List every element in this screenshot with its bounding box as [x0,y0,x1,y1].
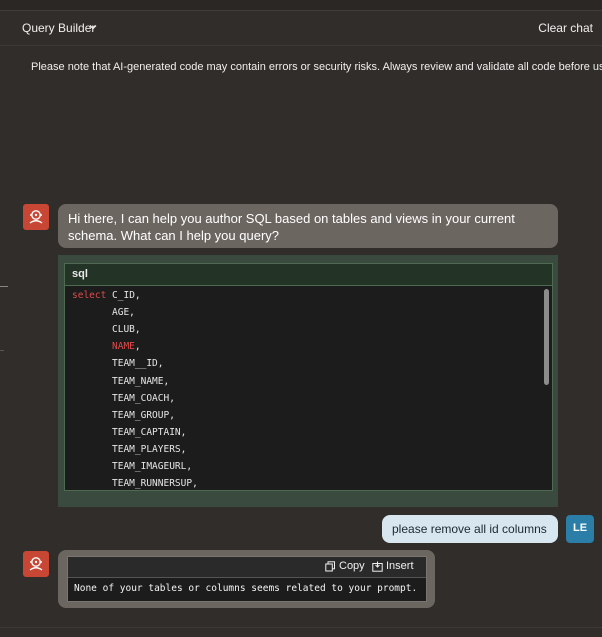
code-text: TEAM_RUNNERSUP, [112,478,198,490]
bottom-divider [0,627,602,628]
insert-label: Insert [386,560,414,572]
ai-assistant-icon [29,557,43,571]
response-text: None of your tables or columns seems rel… [74,583,418,594]
code-language-label: sql [72,268,88,280]
sql-keyword: NAME [112,341,135,353]
query-builder-menu[interactable]: Query Builder [22,21,95,35]
ai-greeting-text: Hi there, I can help you author SQL base… [68,211,515,243]
code-line: TEAM_RUNNERSUP, [112,478,198,489]
code-text: TEAM__ID, [112,358,164,370]
top-strip [0,0,602,11]
code-text: TEAM_PLAYERS, [112,443,187,455]
ai-message-bubble: Hi there, I can help you author SQL base… [58,204,558,248]
chevron-down-icon[interactable] [89,23,97,31]
code-line: select C_ID, [72,290,141,301]
user-message-bubble: please remove all id columns [382,515,558,543]
left-edge-marker-2 [0,350,4,351]
code-scrollbar-thumb[interactable] [544,289,549,385]
code-body[interactable]: select C_ID, AGE, CLUB, NAME, TEAM__ID, TEAM_… [65,286,543,490]
insert-icon [372,561,383,572]
user-message-text: please remove all id columns [392,522,547,536]
code-block-container: sql select C_ID, AGE, CLUB, NAME, TEAM__ID, T… [58,255,558,507]
header-bar: Query Builder Clear chat [0,11,602,46]
code-text: AGE, [112,307,135,319]
code-line: TEAM_COACH, [112,393,175,404]
user-avatar: LE [566,515,594,543]
code-panel: sql select C_ID, AGE, CLUB, NAME, TEAM__ID, T… [64,263,553,491]
ai-assistant-icon [29,210,43,224]
user-initials: LE [572,522,588,534]
ai-avatar [23,204,49,230]
code-line: TEAM_CAPTAIN, [112,427,186,438]
clear-chat-button[interactable]: Clear chat [538,21,593,35]
code-text: , [134,341,141,353]
code-text: CLUB, [112,324,141,336]
code-line: TEAM_GROUP, [112,410,175,421]
code-line: CLUB, [112,324,141,335]
code-text: TEAM_GROUP, [112,409,175,421]
copy-label: Copy [339,560,365,572]
code-line: AGE, [112,307,135,318]
code-header: sql [65,264,552,286]
ai-avatar-response [23,551,49,577]
ai-code-notice: Please note that AI-generated code may c… [31,61,602,73]
code-line: TEAM_NAME, [112,376,169,387]
code-line: NAME, [112,341,141,352]
ai-response-bubble: Copy Insert None of your tables or colum… [58,550,435,608]
response-code-panel: Copy Insert None of your tables or colum… [67,556,427,602]
code-text: TEAM_COACH, [112,392,175,404]
left-edge-marker [0,286,8,287]
code-line: TEAM_PLAYERS, [112,444,186,455]
code-line: TEAM__ID, [112,358,163,369]
response-toolbar: Copy Insert [68,557,426,578]
code-text: C_ID, [106,290,141,301]
sql-keyword: select [72,290,107,301]
code-text: TEAM_CAPTAIN, [112,426,187,438]
code-text: TEAM_IMAGEURL, [112,461,193,472]
code-text: TEAM_NAME, [112,375,170,387]
copy-icon [325,561,335,572]
code-line: TEAM_IMAGEURL, [112,461,192,472]
